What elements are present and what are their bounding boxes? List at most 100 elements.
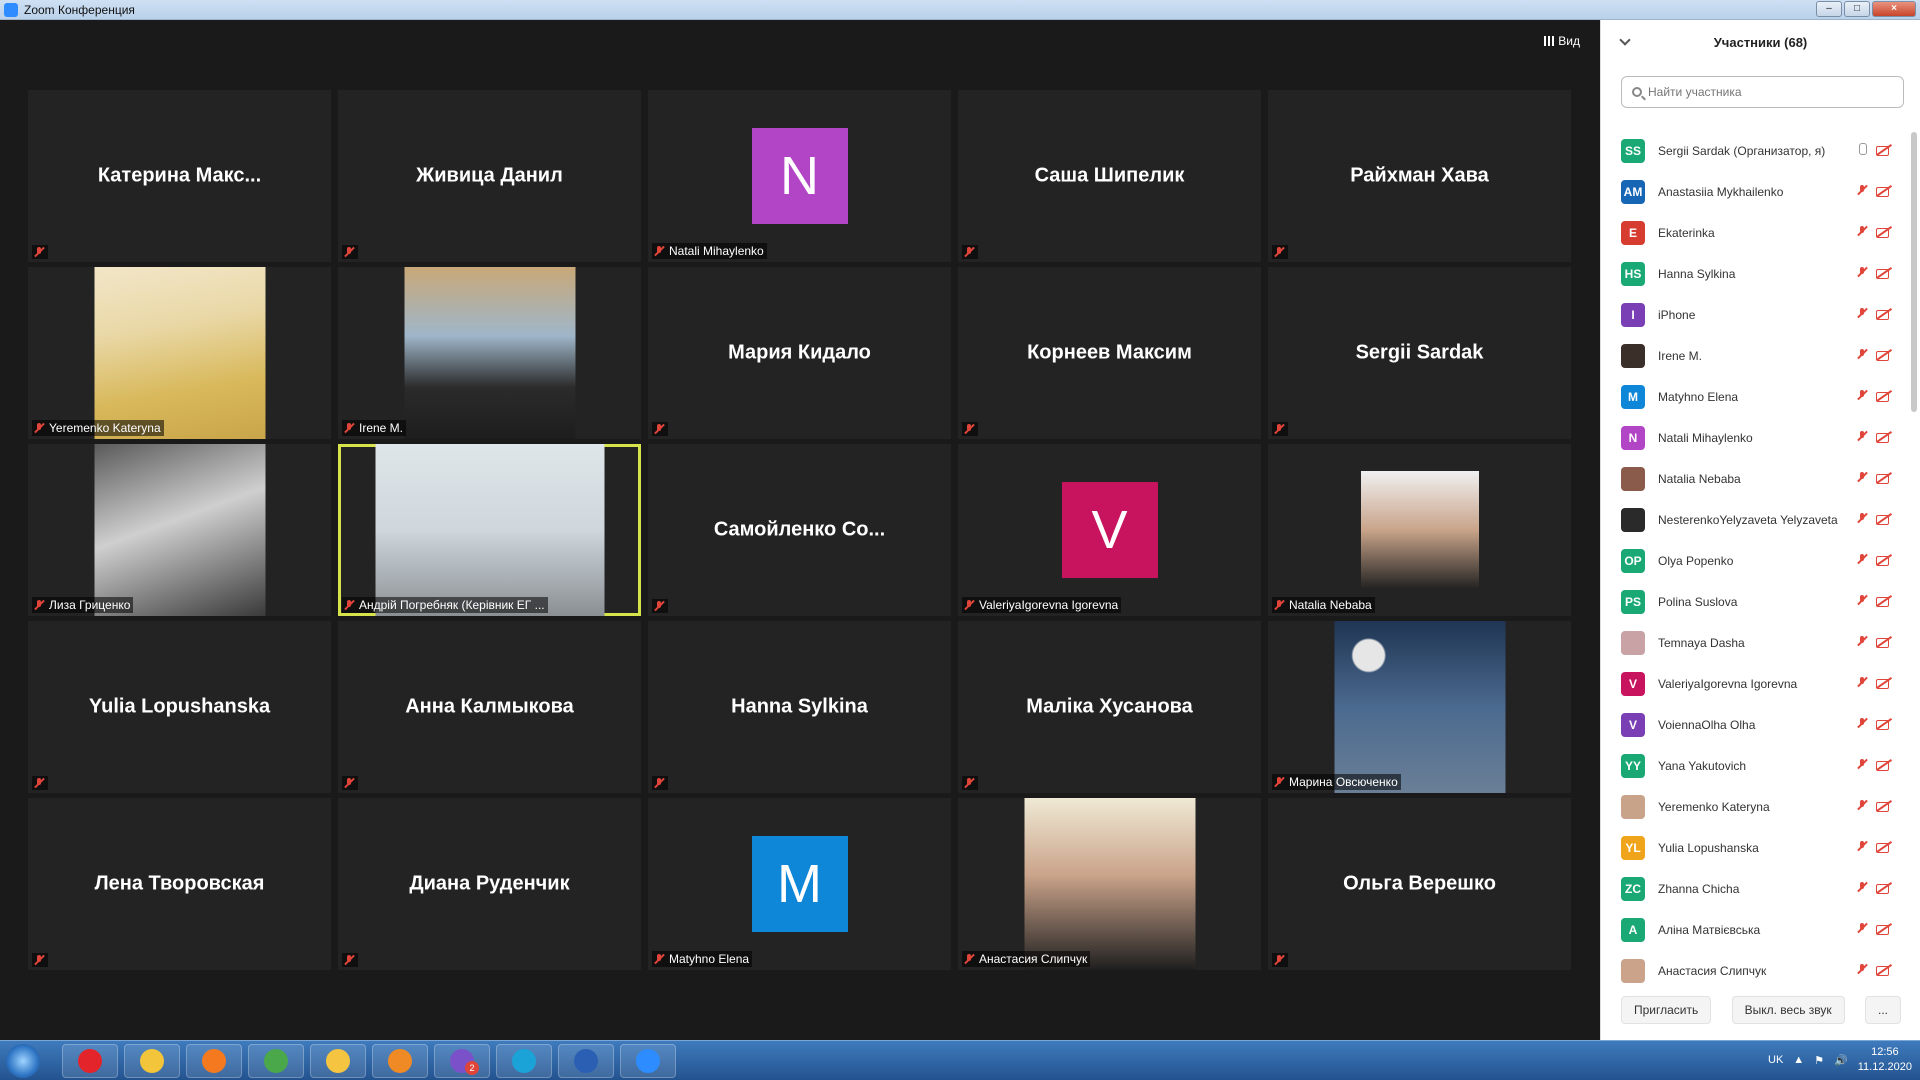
participant-row[interactable]: Irene M. bbox=[1601, 335, 1906, 376]
video-tile[interactable]: Самойленко Со... bbox=[648, 444, 951, 616]
participant-row[interactable]: NesterenkoYelyzaveta Yelyzaveta bbox=[1601, 499, 1906, 540]
mic-muted-icon[interactable] bbox=[1856, 758, 1868, 770]
participant-row[interactable]: OP Olya Popenko bbox=[1601, 540, 1906, 581]
mic-muted-icon[interactable] bbox=[1856, 389, 1868, 401]
video-tile[interactable]: V ValeriyaIgorevna Igorevna bbox=[958, 444, 1261, 616]
mic-muted-icon[interactable] bbox=[1856, 553, 1868, 565]
participant-row[interactable]: Анастасия Слипчук bbox=[1601, 950, 1906, 991]
taskbar-app-firefox[interactable] bbox=[186, 1044, 242, 1078]
video-tile[interactable]: Андрій Погребняк (Керівник ЕГ ... bbox=[338, 444, 641, 616]
participant-row[interactable]: SS Sergii Sardak (Организатор, я) bbox=[1601, 130, 1906, 171]
mic-muted-icon[interactable] bbox=[1856, 594, 1868, 606]
start-button[interactable] bbox=[6, 1044, 40, 1078]
mic-muted-icon[interactable] bbox=[1856, 184, 1868, 196]
participant-row[interactable]: V VoiennaOlha Olha bbox=[1601, 704, 1906, 745]
tray-arrow-icon[interactable]: ▲ bbox=[1793, 1054, 1804, 1066]
participant-search[interactable] bbox=[1621, 76, 1904, 108]
participant-row[interactable]: A Аліна Матвієвська bbox=[1601, 909, 1906, 950]
language-indicator[interactable]: UK bbox=[1768, 1054, 1783, 1066]
participant-row[interactable]: Yeremenko Kateryna bbox=[1601, 786, 1906, 827]
camera-off-icon[interactable] bbox=[1876, 758, 1892, 772]
mic-icon[interactable] bbox=[1856, 143, 1868, 157]
taskbar-app-explorer[interactable] bbox=[124, 1044, 180, 1078]
mic-muted-icon[interactable] bbox=[1856, 225, 1868, 237]
camera-off-icon[interactable] bbox=[1876, 635, 1892, 649]
volume-icon[interactable]: 🔊 bbox=[1834, 1054, 1848, 1067]
video-tile[interactable]: Hanna Sylkina bbox=[648, 621, 951, 793]
video-tile[interactable]: Ольга Верешко bbox=[1268, 798, 1571, 970]
mute-all-button[interactable]: Выкл. весь звук bbox=[1731, 996, 1845, 1024]
taskbar-app-tor[interactable] bbox=[310, 1044, 366, 1078]
participant-row[interactable]: V ValeriyaIgorevna Igorevna bbox=[1601, 663, 1906, 704]
taskbar-app-media[interactable] bbox=[372, 1044, 428, 1078]
camera-off-icon[interactable] bbox=[1876, 512, 1892, 526]
maximize-button[interactable]: □ bbox=[1844, 1, 1870, 17]
video-tile[interactable]: Райхман Хава bbox=[1268, 90, 1571, 262]
video-tile[interactable]: Саша Шипелик bbox=[958, 90, 1261, 262]
participants-scrollbar[interactable] bbox=[1911, 132, 1917, 412]
video-tile[interactable]: Лиза Гриценко bbox=[28, 444, 331, 616]
camera-off-icon[interactable] bbox=[1876, 963, 1892, 977]
video-tile[interactable]: Yulia Lopushanska bbox=[28, 621, 331, 793]
camera-off-icon[interactable] bbox=[1876, 676, 1892, 690]
video-tile[interactable]: Irene M. bbox=[338, 267, 641, 439]
participant-row[interactable]: Temnaya Dasha bbox=[1601, 622, 1906, 663]
mic-muted-icon[interactable] bbox=[1856, 922, 1868, 934]
video-tile[interactable]: Диана Руденчик bbox=[338, 798, 641, 970]
camera-off-icon[interactable] bbox=[1876, 717, 1892, 731]
flag-icon[interactable]: ⚑ bbox=[1814, 1054, 1824, 1067]
mic-muted-icon[interactable] bbox=[1856, 348, 1868, 360]
video-tile[interactable]: Лена Творовская bbox=[28, 798, 331, 970]
video-tile[interactable]: Sergii Sardak bbox=[1268, 267, 1571, 439]
video-tile[interactable]: Yeremenko Kateryna bbox=[28, 267, 331, 439]
mic-muted-icon[interactable] bbox=[1856, 676, 1868, 688]
camera-off-icon[interactable] bbox=[1876, 143, 1892, 157]
camera-off-icon[interactable] bbox=[1876, 225, 1892, 239]
taskbar-app-word[interactable] bbox=[558, 1044, 614, 1078]
participant-row[interactable]: HS Hanna Sylkina bbox=[1601, 253, 1906, 294]
participant-row[interactable]: M Matyhno Elena bbox=[1601, 376, 1906, 417]
camera-off-icon[interactable] bbox=[1876, 389, 1892, 403]
participant-row[interactable]: E Ekaterinka bbox=[1601, 212, 1906, 253]
mic-muted-icon[interactable] bbox=[1856, 471, 1868, 483]
camera-off-icon[interactable] bbox=[1876, 471, 1892, 485]
camera-off-icon[interactable] bbox=[1876, 348, 1892, 362]
video-tile[interactable]: Анастасия Слипчук bbox=[958, 798, 1261, 970]
participant-row[interactable]: IiPhone bbox=[1601, 294, 1906, 335]
mic-muted-icon[interactable] bbox=[1856, 799, 1868, 811]
camera-off-icon[interactable] bbox=[1876, 840, 1892, 854]
camera-off-icon[interactable] bbox=[1876, 922, 1892, 936]
video-tile[interactable]: Катерина Макс... bbox=[28, 90, 331, 262]
mic-muted-icon[interactable] bbox=[1856, 512, 1868, 524]
clock[interactable]: 12:56 11.12.2020 bbox=[1858, 1045, 1912, 1075]
participant-row[interactable]: YL Yulia Lopushanska bbox=[1601, 827, 1906, 868]
camera-off-icon[interactable] bbox=[1876, 799, 1892, 813]
participant-row[interactable]: Natalia Nebaba bbox=[1601, 458, 1906, 499]
participant-search-input[interactable] bbox=[1648, 85, 1888, 99]
mic-muted-icon[interactable] bbox=[1856, 635, 1868, 647]
camera-off-icon[interactable] bbox=[1876, 430, 1892, 444]
video-tile[interactable]: M Matyhno Elena bbox=[648, 798, 951, 970]
mic-muted-icon[interactable] bbox=[1856, 963, 1868, 975]
participant-row[interactable]: ZC Zhanna Chicha bbox=[1601, 868, 1906, 909]
mic-muted-icon[interactable] bbox=[1856, 717, 1868, 729]
participant-row[interactable]: YY Yana Yakutovich bbox=[1601, 745, 1906, 786]
participant-row[interactable]: AM Anastasiia Mykhailenko bbox=[1601, 171, 1906, 212]
mic-muted-icon[interactable] bbox=[1856, 430, 1868, 442]
close-button[interactable]: × bbox=[1872, 1, 1916, 17]
mic-muted-icon[interactable] bbox=[1856, 840, 1868, 852]
video-tile[interactable]: N Natali Mihaylenko bbox=[648, 90, 951, 262]
chevron-down-icon[interactable] bbox=[1619, 34, 1631, 46]
more-button[interactable]: ... bbox=[1864, 996, 1901, 1024]
camera-off-icon[interactable] bbox=[1876, 307, 1892, 321]
view-button[interactable]: Вид bbox=[1544, 34, 1580, 48]
participant-row[interactable]: N Natali Mihaylenko bbox=[1601, 417, 1906, 458]
camera-off-icon[interactable] bbox=[1876, 553, 1892, 567]
video-tile[interactable]: Natalia Nebaba bbox=[1268, 444, 1571, 616]
taskbar-app-edge[interactable] bbox=[496, 1044, 552, 1078]
video-tile[interactable]: Мария Кидало bbox=[648, 267, 951, 439]
video-tile[interactable]: Маліка Хусанова bbox=[958, 621, 1261, 793]
participant-row[interactable]: PS Polina Suslova bbox=[1601, 581, 1906, 622]
taskbar-app-zoom[interactable] bbox=[620, 1044, 676, 1078]
camera-off-icon[interactable] bbox=[1876, 594, 1892, 608]
